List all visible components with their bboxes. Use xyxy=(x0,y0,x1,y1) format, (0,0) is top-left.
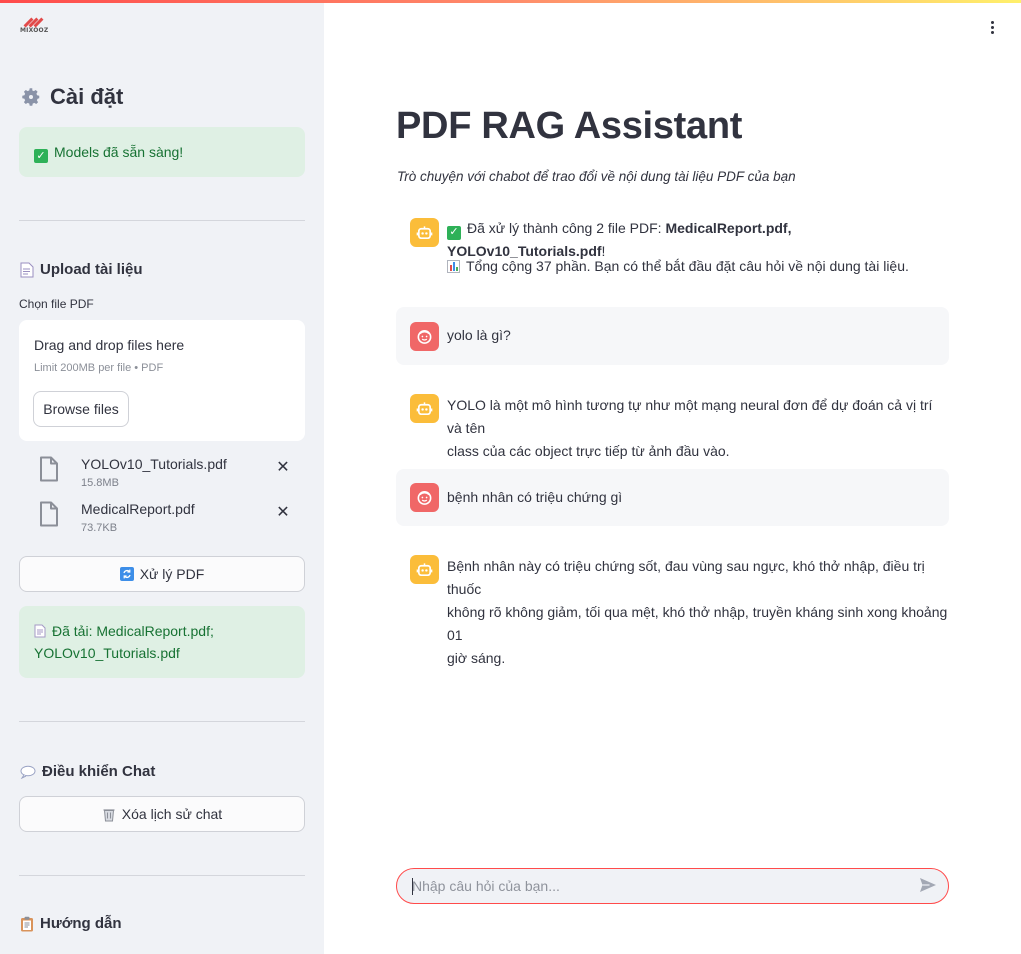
message-line2: class của các object trực tiếp từ ảnh đầ… xyxy=(447,443,730,459)
chat-message-assistant: Bệnh nhân này có triệu chứng sốt, đau vù… xyxy=(396,541,949,666)
sidebar-divider xyxy=(19,721,305,722)
page-title: PDF RAG Assistant xyxy=(396,105,743,147)
uploaded-file-item: YOLOv10_Tutorials.pdf 15.8MB ✕ xyxy=(38,456,298,496)
trash-icon xyxy=(102,807,116,822)
remove-file-close-icon[interactable]: ✕ xyxy=(275,460,291,476)
chat-message-user: bệnh nhân có triệu chứng gì xyxy=(396,469,949,526)
upload-heading: Upload tài liệu xyxy=(20,261,143,278)
process-pdf-button[interactable]: Xử lý PDF xyxy=(19,556,305,592)
file-size: 15.8MB xyxy=(81,477,119,489)
clear-chat-label: Xóa lịch sử chat xyxy=(121,806,223,822)
bar-chart-icon xyxy=(447,260,460,273)
message-prefix: Đã xử lý thành công 2 file PDF: xyxy=(467,220,666,236)
page-icon xyxy=(20,262,34,278)
message-text: bệnh nhân có triệu chứng gì xyxy=(447,489,623,505)
sidebar-divider xyxy=(19,875,305,876)
user-avatar-icon xyxy=(410,322,439,351)
settings-title: Cài đặt xyxy=(50,84,124,109)
message-line3: giờ sáng. xyxy=(447,650,506,666)
uploaded-file-item: MedicalReport.pdf 73.7KB ✕ xyxy=(38,501,298,541)
models-ready-alert: ✓ Models đã sẵn sàng! xyxy=(19,127,305,177)
remove-file-close-icon[interactable]: ✕ xyxy=(275,505,291,521)
file-name: YOLOv10_Tutorials.pdf xyxy=(81,456,227,472)
page-subtitle: Trò chuyện với chabot để trao đổi về nội… xyxy=(397,169,796,184)
check-icon: ✓ xyxy=(447,225,461,240)
loaded-files-alert: Đã tải: MedicalReport.pdf; YOLOv10_Tutor… xyxy=(19,606,305,678)
clipboard-icon xyxy=(20,916,34,932)
guide-heading: Hướng dẫn xyxy=(20,915,122,932)
bot-avatar-icon xyxy=(410,394,439,423)
file-size: 73.7KB xyxy=(81,522,118,534)
message-text: Tổng cộng 37 phần. Bạn có thể bắt đầu đặ… xyxy=(447,255,909,278)
main-menu-button[interactable] xyxy=(983,16,1001,38)
chat-input[interactable] xyxy=(412,869,912,903)
bot-avatar-icon xyxy=(410,218,439,247)
chat-control-heading: Điều khiển Chat xyxy=(20,763,155,780)
clear-chat-history-button[interactable]: Xóa lịch sử chat xyxy=(19,796,305,832)
upload-title: Upload tài liệu xyxy=(40,261,143,278)
message-line1: Bệnh nhân này có triệu chứng sốt, đau vù… xyxy=(447,558,925,597)
file-icon xyxy=(38,501,60,527)
message-line2: Tổng cộng 37 phần. Bạn có thể bắt đầu đặ… xyxy=(466,258,909,274)
file-picker-label: Chọn file PDF xyxy=(19,297,94,311)
file-dropzone[interactable]: Drag and drop files here Limit 200MB per… xyxy=(19,320,305,441)
sidebar: MIXOOZ Cài đặt ✓ Models đã sẵn sàng! Uplo… xyxy=(0,0,324,954)
dropzone-title: Drag and drop files here xyxy=(34,337,185,353)
bot-avatar-icon xyxy=(410,555,439,584)
chat-input-container xyxy=(396,868,949,904)
page-icon xyxy=(34,624,46,638)
speech-bubble-icon xyxy=(20,765,36,779)
send-icon[interactable] xyxy=(919,877,939,895)
settings-heading: Cài đặt xyxy=(20,84,123,110)
chat-message-assistant: YOLO là một mô hình tương tự như một mạn… xyxy=(396,380,949,459)
message-text: yolo là gì? xyxy=(447,327,511,343)
app-logo: MIXOOZ xyxy=(20,17,48,37)
chat-control-title: Điều khiển Chat xyxy=(42,763,156,780)
models-status-text: Models đã sẵn sàng! xyxy=(54,144,184,160)
browse-files-button[interactable]: Browse files xyxy=(33,391,129,427)
file-name: MedicalReport.pdf xyxy=(81,501,195,517)
logo-text: MIXOOZ xyxy=(20,27,49,34)
sidebar-divider xyxy=(19,220,305,221)
chat-message-user: yolo là gì? xyxy=(396,307,949,365)
check-icon: ✓ xyxy=(34,149,48,163)
refresh-icon xyxy=(119,567,134,581)
file-icon xyxy=(38,456,60,482)
text-caret xyxy=(412,878,413,895)
loaded-status-text: Đã tải: MedicalReport.pdf; YOLOv10_Tutor… xyxy=(34,623,214,661)
chat-message-assistant: ✓ Đã xử lý thành công 2 file PDF: Medical… xyxy=(396,206,949,294)
message-line2: không rõ không giảm, tối qua mệt, khó th… xyxy=(447,604,948,643)
message-text: Bệnh nhân này có triệu chứng sốt, đau vù… xyxy=(447,555,949,670)
message-text: YOLO là một mô hình tương tự như một mạn… xyxy=(447,394,949,463)
message-line1: YOLO là một mô hình tương tự như một mạn… xyxy=(447,397,933,436)
dropzone-limit: Limit 200MB per file • PDF xyxy=(34,362,164,374)
process-pdf-label: Xử lý PDF xyxy=(139,566,205,582)
guide-title: Hướng dẫn xyxy=(40,915,122,932)
user-avatar-icon xyxy=(410,483,439,512)
top-decoration-bar xyxy=(0,0,1021,3)
gear-icon xyxy=(20,86,42,108)
